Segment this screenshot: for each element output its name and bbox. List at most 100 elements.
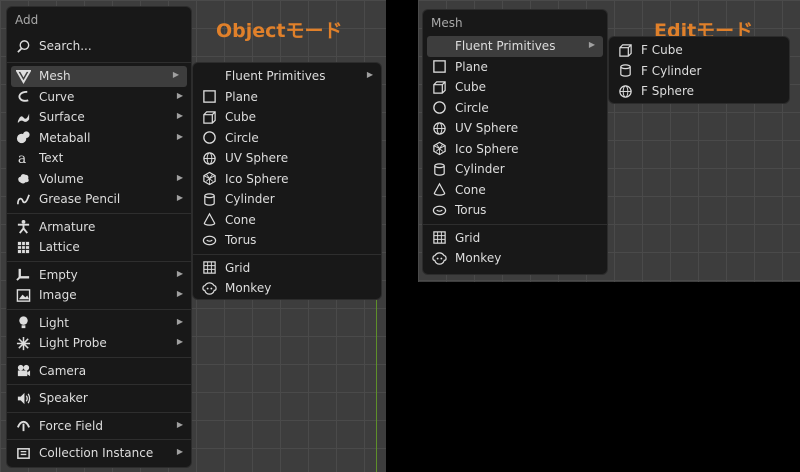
menu-item-collection-instance[interactable]: Collection Instance ▶ [7,443,191,464]
ico-sphere-icon [431,141,447,157]
menu-item-light-probe[interactable]: Light Probe ▶ [7,333,191,354]
grease-pencil-icon [15,191,31,207]
menu-item-uv-sphere[interactable]: UV Sphere [193,148,381,169]
menu-item-label: Image [39,288,77,303]
menu-item-ico-sphere[interactable]: Ico Sphere [193,169,381,190]
surface-icon [15,109,31,125]
menu-item-torus[interactable]: Torus [423,200,607,221]
search-item[interactable]: Search... [7,33,191,59]
cylinder-icon [201,191,217,207]
menu-item-metaball[interactable]: Metaball ▶ [7,128,191,149]
menu-item-label: Light [39,315,69,330]
separator [7,62,191,63]
menu-item-f-cube[interactable]: F Cube [609,40,789,61]
menu-item-surface[interactable]: Surface ▶ [7,107,191,128]
menu-item-label: Lattice [39,240,80,255]
menu-item-label: Mesh [39,69,71,84]
image-icon [15,287,31,303]
fluent-primitives-item[interactable]: Fluent Primitives ▶ [193,66,381,87]
separator [7,308,191,310]
menu-item-monkey[interactable]: Monkey [193,278,381,299]
svg-text:a: a [17,151,25,166]
heading-object-mode: Objectモード [216,20,343,42]
menu-item-label: Cube [225,110,256,125]
chevron-right-icon: ▶ [176,268,183,278]
menu-item-f-sphere[interactable]: F Sphere [609,81,789,102]
menu-item-circle[interactable]: Circle [193,128,381,149]
menu-item-lattice[interactable]: Lattice [7,237,191,258]
fluent-primitives-item[interactable]: Fluent Primitives ▶ [427,36,603,57]
chevron-right-icon: ▶ [176,419,183,429]
menu-item-image[interactable]: Image ▶ [7,285,191,306]
menu-item-torus[interactable]: Torus [193,230,381,251]
separator [7,384,191,385]
menu-item-cube[interactable]: Cube [423,77,607,98]
menu-item-label: Speaker [39,391,88,406]
menu-item-grid[interactable]: Grid [193,258,381,279]
menu-item-cone[interactable]: Cone [423,180,607,201]
ico-sphere-icon [201,171,217,187]
menu-item-light[interactable]: Light ▶ [7,313,191,334]
menu-item-volume[interactable]: Volume ▶ [7,169,191,190]
menu-item-label: Light Probe [39,336,107,351]
cylinder-icon [431,161,447,177]
menu-item-label: Ico Sphere [225,171,289,186]
cube-icon [201,109,217,125]
menu-item-curve[interactable]: Curve ▶ [7,87,191,108]
metaball-icon [15,130,31,146]
menu-item-label: Torus [455,203,487,218]
menu-item-cylinder[interactable]: Cylinder [193,189,381,210]
menu-item-label: F Cylinder [641,63,702,78]
grid-icon [201,260,217,276]
force-field-icon [15,418,31,434]
menu-item-armature[interactable]: Armature [7,217,191,238]
menu-item-plane[interactable]: Plane [193,87,381,108]
fluent-primitives-label: Fluent Primitives [455,39,556,54]
menu-item-label: Grid [455,230,481,245]
menu-item-grid[interactable]: Grid [423,228,607,249]
menu-item-camera[interactable]: Camera [7,361,191,382]
chevron-right-icon: ▶ [176,172,183,182]
menu-item-label: Force Field [39,418,103,433]
edit-mesh-menu: Mesh Fluent Primitives ▶ Plane Cube Circle… [422,9,608,275]
menu-item-uv-sphere[interactable]: UV Sphere [423,118,607,139]
menu-item-f-cylinder[interactable]: F Cylinder [609,61,789,82]
y-axis-line [376,300,377,472]
separator [7,212,191,214]
speaker-icon [15,390,31,406]
menu-item-mesh[interactable]: Mesh ▶ [11,66,187,87]
light-probe-icon [15,335,31,351]
menu-item-label: F Cube [641,43,683,58]
torus-icon [201,232,217,248]
cone-icon [431,182,447,198]
menu-item-grease-pencil[interactable]: Grease Pencil ▶ [7,189,191,210]
chevron-right-icon: ▶ [172,70,179,79]
menu-item-monkey[interactable]: Monkey [423,248,607,269]
fluent-submenu: F Cube F Cylinder F Sphere [608,36,790,104]
menu-item-speaker[interactable]: Speaker [7,388,191,409]
menu-item-ico-sphere[interactable]: Ico Sphere [423,139,607,160]
menu-item-label: UV Sphere [225,151,289,166]
uv-sphere-icon [431,120,447,136]
menu-item-label: Torus [225,233,257,248]
menu-item-cube[interactable]: Cube [193,107,381,128]
menu-item-label: Camera [39,363,87,378]
menu-item-label: Collection Instance [39,446,154,461]
separator [7,260,191,262]
menu-item-force-field[interactable]: Force Field ▶ [7,416,191,437]
menu-item-plane[interactable]: Plane [423,57,607,78]
menu-item-circle[interactable]: Circle [423,98,607,119]
menu-item-cone[interactable]: Cone [193,210,381,231]
chevron-right-icon: ▶ [588,40,595,49]
empty-icon [15,267,31,283]
menu-item-label: UV Sphere [455,121,519,136]
menu-item-label: Plane [225,89,258,104]
menu-item-label: Cone [225,212,256,227]
plane-icon [201,89,217,105]
mesh-submenu: Fluent Primitives ▶ Plane Cube Circle UV Sp… [192,62,382,300]
menu-item-cylinder[interactable]: Cylinder [423,159,607,180]
menu-item-text[interactable]: a Text [7,148,191,169]
curve-icon [15,89,31,105]
menu-item-label: Monkey [225,281,272,296]
menu-item-empty[interactable]: Empty ▶ [7,265,191,286]
